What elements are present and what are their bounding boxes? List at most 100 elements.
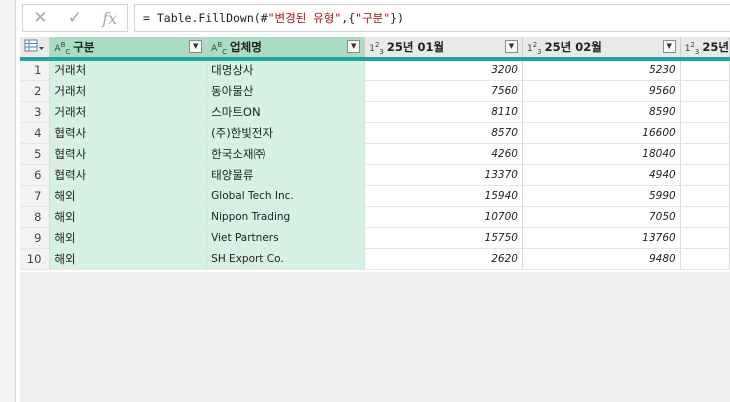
cell-jan[interactable]: 3200 — [364, 59, 523, 81]
cell-next[interactable] — [680, 227, 730, 249]
cell-feb[interactable]: 18040 — [522, 143, 681, 165]
cell-company[interactable]: 태양물류 — [206, 164, 366, 186]
cell-gubun[interactable]: 거래처 — [49, 80, 208, 102]
row-number: 5 — [20, 143, 51, 165]
row-number: 3 — [20, 101, 51, 123]
cell-feb[interactable]: 7050 — [522, 206, 681, 228]
table-row[interactable]: 6 협력사 태양물류 13370 4940 — [20, 164, 730, 186]
cell-next[interactable] — [680, 122, 730, 144]
row-number: 8 — [20, 206, 51, 228]
cell-gubun[interactable]: 협력사 — [49, 122, 208, 144]
cell-gubun[interactable]: 해외 — [49, 185, 208, 207]
cell-jan[interactable]: 4260 — [364, 143, 523, 165]
row-number: 10 — [20, 248, 51, 270]
formula-string-column: "구분" — [355, 11, 391, 25]
cell-feb[interactable]: 5230 — [522, 59, 681, 81]
cell-next[interactable] — [680, 164, 730, 186]
cell-jan[interactable]: 15750 — [364, 227, 523, 249]
cell-company[interactable]: 동아물산 — [206, 80, 366, 102]
cell-next[interactable] — [680, 185, 730, 207]
column-label: 25년 02월 — [544, 39, 602, 54]
column-header-feb[interactable]: 123 25년 02월 ▼ — [522, 37, 681, 61]
table-row[interactable]: 3 거래처 스마트ON 8110 8590 — [20, 101, 730, 123]
table-row[interactable]: 4 협력사 (주)한빛전자 8570 16600 — [20, 122, 730, 144]
filter-dropdown-icon[interactable]: ▼ — [662, 40, 676, 53]
formula-input[interactable]: = Table.FillDown(#"변경된 유형",{"구분"}) — [134, 4, 730, 32]
table-row[interactable]: 8 해외 Nippon Trading 10700 7050 — [20, 206, 730, 228]
cell-gubun[interactable]: 해외 — [49, 227, 208, 249]
query-editor-main: ✕ ✓ fx = Table.FillDown(#"변경된 유형",{"구분"}… — [16, 0, 730, 402]
cell-jan[interactable]: 8570 — [364, 122, 523, 144]
cell-gubun[interactable]: 거래처 — [49, 59, 208, 81]
column-header-gubun[interactable]: ABC 구분 ▼ — [49, 37, 208, 61]
fx-icon[interactable]: fx — [92, 9, 127, 28]
cell-next[interactable] — [680, 59, 730, 81]
column-header-jan[interactable]: 123 25년 01월 ▼ — [364, 37, 523, 61]
formula-middle: ,{ — [341, 11, 356, 25]
cell-gubun[interactable]: 협력사 — [49, 143, 208, 165]
cancel-icon[interactable]: ✕ — [23, 8, 58, 28]
queries-pane-collapsed[interactable] — [0, 0, 16, 402]
number-type-icon[interactable]: 123 — [527, 41, 542, 56]
cell-gubun[interactable]: 해외 — [49, 206, 208, 228]
cell-company[interactable]: 스마트ON — [206, 101, 366, 123]
cell-company[interactable]: Viet Partners — [206, 227, 366, 249]
cell-company[interactable]: SH Export Co. — [206, 248, 366, 270]
text-type-icon[interactable]: ABC — [54, 41, 70, 56]
filter-dropdown-icon[interactable]: ▼ — [347, 40, 361, 53]
filter-dropdown-icon[interactable]: ▼ — [189, 40, 203, 53]
cell-jan[interactable]: 2620 — [364, 248, 523, 270]
cell-company[interactable]: Nippon Trading — [206, 206, 366, 228]
table-menu-icon[interactable] — [20, 37, 51, 61]
cell-company[interactable]: 대명상사 — [206, 59, 366, 81]
cell-gubun[interactable]: 거래처 — [49, 101, 208, 123]
column-label: 25년 01월 — [386, 39, 445, 54]
column-header-next[interactable]: 123 25년 — [680, 37, 730, 61]
table-row[interactable]: 9 해외 Viet Partners 15750 13760 — [20, 227, 730, 249]
cell-company[interactable]: (주)한빛전자 — [206, 122, 366, 144]
row-number: 4 — [20, 122, 51, 144]
table-row[interactable]: 2 거래처 동아물산 7560 9560 — [20, 80, 730, 102]
cell-next[interactable] — [680, 248, 730, 270]
cell-jan[interactable]: 8110 — [364, 101, 523, 123]
row-number: 7 — [20, 185, 51, 207]
column-label: 25년 — [702, 39, 729, 54]
table-row[interactable]: 10 해외 SH Export Co. 2620 9480 — [20, 248, 730, 270]
cell-jan[interactable]: 7560 — [364, 80, 523, 102]
column-header-company[interactable]: ABC 업체명 ▼ — [206, 37, 366, 61]
cell-company[interactable]: 한국소재㈜ — [206, 143, 366, 165]
cell-feb[interactable]: 8590 — [522, 101, 681, 123]
row-number: 6 — [20, 164, 51, 186]
cell-jan[interactable]: 10700 — [364, 206, 523, 228]
cell-feb[interactable]: 9480 — [522, 248, 681, 270]
cell-gubun[interactable]: 협력사 — [49, 164, 208, 186]
formula-bar: ✕ ✓ fx = Table.FillDown(#"변경된 유형",{"구분"}… — [16, 0, 730, 38]
column-label: 구분 — [73, 39, 95, 54]
formula-prefix: = Table.FillDown(# — [143, 11, 268, 25]
cell-feb[interactable]: 16600 — [522, 122, 681, 144]
cell-next[interactable] — [680, 206, 730, 228]
number-type-icon[interactable]: 123 — [685, 41, 700, 56]
commit-icon[interactable]: ✓ — [58, 8, 93, 28]
table-row[interactable]: 7 해외 Global Tech Inc. 15940 5990 — [20, 185, 730, 207]
cell-jan[interactable]: 13370 — [364, 164, 523, 186]
row-number: 1 — [20, 59, 51, 81]
cell-next[interactable] — [680, 101, 730, 123]
cell-feb[interactable]: 13760 — [522, 227, 681, 249]
cell-feb[interactable]: 5990 — [522, 185, 681, 207]
column-label: 업체명 — [230, 39, 262, 54]
data-grid: ABC 구분 ▼ ABC 업체명 ▼ 123 25년 01월 ▼ 123 25년 02월… — [20, 37, 730, 272]
cell-next[interactable] — [680, 80, 730, 102]
cell-feb[interactable]: 4940 — [522, 164, 681, 186]
filter-dropdown-icon[interactable]: ▼ — [504, 40, 518, 53]
table-row[interactable]: 5 협력사 한국소재㈜ 4260 18040 — [20, 143, 730, 165]
number-type-icon[interactable]: 123 — [369, 41, 384, 56]
cell-company[interactable]: Global Tech Inc. — [206, 185, 366, 207]
table-row[interactable]: 1 거래처 대명상사 3200 5230 — [20, 59, 730, 81]
cell-jan[interactable]: 15940 — [364, 185, 523, 207]
cell-next[interactable] — [680, 143, 730, 165]
cell-feb[interactable]: 9560 — [522, 80, 681, 102]
formula-suffix: }) — [390, 11, 405, 25]
cell-gubun[interactable]: 해외 — [49, 248, 208, 270]
text-type-icon[interactable]: ABC — [211, 41, 227, 56]
